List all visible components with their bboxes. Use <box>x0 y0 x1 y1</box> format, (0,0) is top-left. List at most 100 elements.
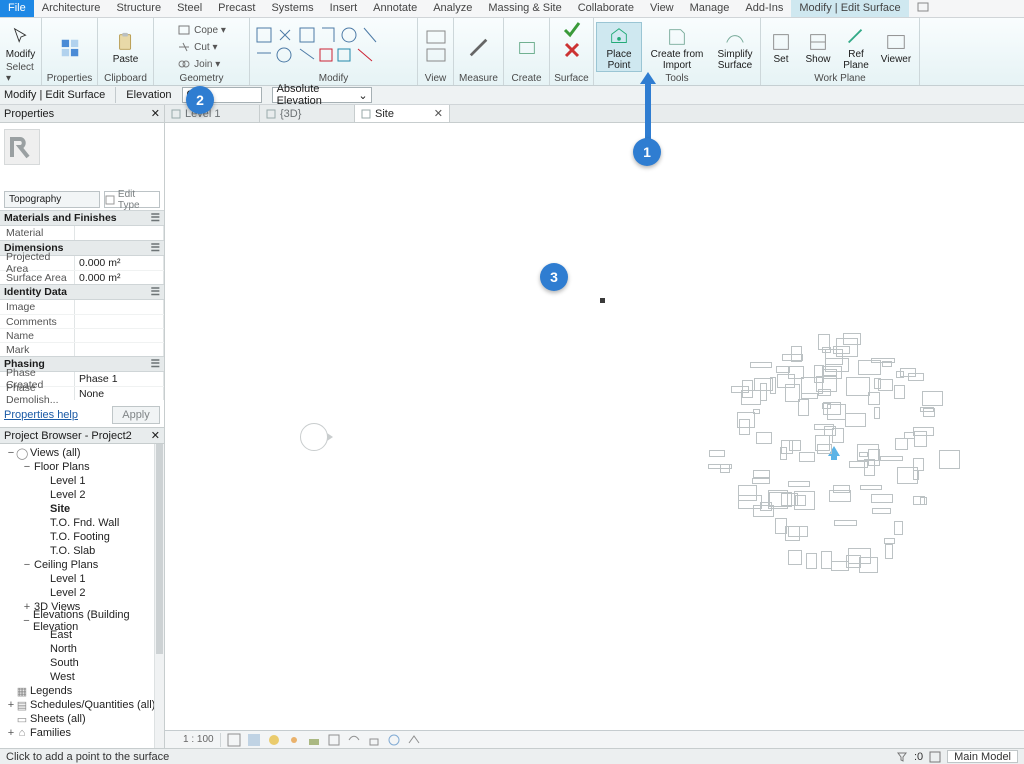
view-tab--3d-[interactable]: {3D} <box>260 105 355 122</box>
properties-button[interactable] <box>47 34 93 60</box>
compass-icon[interactable] <box>300 423 328 451</box>
tree-views-all-[interactable]: −◯Views (all) <box>2 446 164 460</box>
apply-button[interactable]: Apply <box>112 406 160 424</box>
simplify-surface-button[interactable]: Simplify Surface <box>712 23 758 71</box>
ribbon-tab-steel[interactable]: Steel <box>169 0 210 17</box>
tree-west[interactable]: West <box>2 670 164 684</box>
view-tab-site[interactable]: Site✕ <box>355 105 450 122</box>
ribbon-tab-add-ins[interactable]: Add-Ins <box>737 0 791 17</box>
close-tab-icon[interactable]: ✕ <box>434 107 443 120</box>
vcb-visual-style-icon[interactable] <box>267 733 281 747</box>
ribbon-tab-collaborate[interactable]: Collaborate <box>570 0 642 17</box>
property-row[interactable]: Projected Area0.000 m² <box>0 256 164 270</box>
tree-level-2[interactable]: Level 2 <box>2 586 164 600</box>
project-browser-close-icon[interactable]: ✕ <box>151 429 160 442</box>
ribbon-tab-annotate[interactable]: Annotate <box>365 0 425 17</box>
property-row[interactable]: Material <box>0 226 164 240</box>
scrollbar-thumb[interactable] <box>156 444 163 654</box>
property-row[interactable]: Mark <box>0 342 164 356</box>
view-icons[interactable] <box>423 27 449 67</box>
ribbon-tab-view[interactable]: View <box>642 0 682 17</box>
ribbon-tab-systems[interactable]: Systems <box>263 0 321 17</box>
ribbon-tab-manage[interactable]: Manage <box>682 0 738 17</box>
ribbon-tab-massing-site[interactable]: Massing & Site <box>480 0 569 17</box>
modify-icons[interactable] <box>254 25 414 69</box>
cope-button[interactable]: Cope ▾ <box>177 22 226 38</box>
scale-display[interactable]: 1 : 100 <box>183 734 214 745</box>
property-row[interactable]: Image <box>0 300 164 314</box>
join-button[interactable]: Join ▾ <box>177 56 220 72</box>
properties-close-icon[interactable]: ✕ <box>151 107 160 120</box>
status-select-icon[interactable] <box>929 751 941 763</box>
tree-south[interactable]: South <box>2 656 164 670</box>
elevation-mode-select[interactable]: Absolute Elevation⌄ <box>272 87 372 103</box>
tree-families[interactable]: +⌂Families <box>2 726 164 740</box>
property-section-matfin[interactable]: Materials and Finishes☰ <box>0 210 164 226</box>
tree-legends[interactable]: ▦Legends <box>2 684 164 698</box>
tools-panel-label: Tools <box>665 73 688 85</box>
property-row[interactable]: Phase Demolish...None <box>0 386 164 400</box>
property-section-ident[interactable]: Identity Data☰ <box>0 284 164 300</box>
vcb-hide-icon[interactable] <box>347 733 361 747</box>
tree-t-o-fnd-wall[interactable]: T.O. Fnd. Wall <box>2 516 164 530</box>
ribbon-tab-insert[interactable]: Insert <box>322 0 366 17</box>
vcb-shadow-icon[interactable] <box>307 733 321 747</box>
property-row[interactable]: Name <box>0 328 164 342</box>
view-tab-level-1[interactable]: Level 1 <box>165 105 260 122</box>
ribbon-tab-precast[interactable]: Precast <box>210 0 263 17</box>
place-point-button[interactable]: Place Point <box>596 22 642 72</box>
drawing-canvas[interactable]: 1 : 100 <box>165 123 1024 748</box>
vcb-lock-icon[interactable] <box>367 733 381 747</box>
tree-floor-plans[interactable]: −Floor Plans <box>2 460 164 474</box>
edit-type-button[interactable]: Edit Type <box>104 191 160 208</box>
tree-schedules-quantities-all-[interactable]: +▤Schedules/Quantities (all) <box>2 698 164 712</box>
collapse-icon[interactable]: ☰ <box>151 358 160 370</box>
tree-level-2[interactable]: Level 2 <box>2 488 164 502</box>
finish-icon[interactable] <box>562 20 582 38</box>
ribbon-tab-structure[interactable]: Structure <box>108 0 169 17</box>
tree-elevations-building-elevation[interactable]: −Elevations (Building Elevation <box>2 614 164 628</box>
vcb-more-icon[interactable] <box>407 733 421 747</box>
ref-plane-button[interactable]: Ref Plane <box>839 23 873 71</box>
properties-help-link[interactable]: Properties help <box>4 409 78 421</box>
measure-button[interactable] <box>456 34 502 60</box>
tree-level-1[interactable]: Level 1 <box>2 474 164 488</box>
vcb-model-graphics-icon[interactable] <box>227 733 241 747</box>
ribbon-tab-file[interactable]: File <box>0 0 34 17</box>
scrollbar[interactable] <box>154 444 164 748</box>
paste-button[interactable]: Paste <box>103 28 149 65</box>
tree-sheets-all-[interactable]: ▭Sheets (all) <box>2 712 164 726</box>
property-row[interactable]: Surface Area0.000 m² <box>0 270 164 284</box>
set-button[interactable]: Set <box>765 28 797 65</box>
tree-site[interactable]: Site <box>2 502 164 516</box>
type-selector[interactable]: Topography <box>4 191 100 208</box>
tree-t-o-slab[interactable]: T.O. Slab <box>2 544 164 558</box>
ribbon-tab-architecture[interactable]: Architecture <box>34 0 109 17</box>
ribbon-overflow-icon[interactable] <box>909 0 937 17</box>
status-filter-icon[interactable] <box>896 751 908 763</box>
modify-arrow-button[interactable]: Modify <box>0 23 44 60</box>
tree-north[interactable]: North <box>2 642 164 656</box>
create-panel-label: Create <box>511 73 541 85</box>
ribbon-tab-analyze[interactable]: Analyze <box>425 0 480 17</box>
collapse-icon[interactable]: ☰ <box>151 286 160 298</box>
vcb-reveal-icon[interactable] <box>387 733 401 747</box>
tree-ceiling-plans[interactable]: −Ceiling Plans <box>2 558 164 572</box>
create-button[interactable] <box>504 34 550 60</box>
show-button[interactable]: Show <box>801 28 835 65</box>
cut-button[interactable]: Cut ▾ <box>177 39 217 55</box>
collapse-icon[interactable]: ☰ <box>151 212 160 224</box>
vcb-sun-icon[interactable] <box>287 733 301 747</box>
select-panel-label[interactable]: Select ▾ <box>6 62 35 85</box>
property-row[interactable]: Comments <box>0 314 164 328</box>
collapse-icon[interactable]: ☰ <box>151 242 160 254</box>
vcb-detail-icon[interactable] <box>247 733 261 747</box>
tree-level-1[interactable]: Level 1 <box>2 572 164 586</box>
cancel-icon[interactable] <box>562 40 582 58</box>
ribbon-tab-modify-edit-surface[interactable]: Modify | Edit Surface <box>791 0 908 17</box>
viewer-button[interactable]: Viewer <box>877 28 915 65</box>
create-from-import-button[interactable]: Create from Import <box>646 23 708 71</box>
vcb-crop-icon[interactable] <box>327 733 341 747</box>
workset-select[interactable]: Main Model <box>947 750 1018 763</box>
tree-t-o-footing[interactable]: T.O. Footing <box>2 530 164 544</box>
